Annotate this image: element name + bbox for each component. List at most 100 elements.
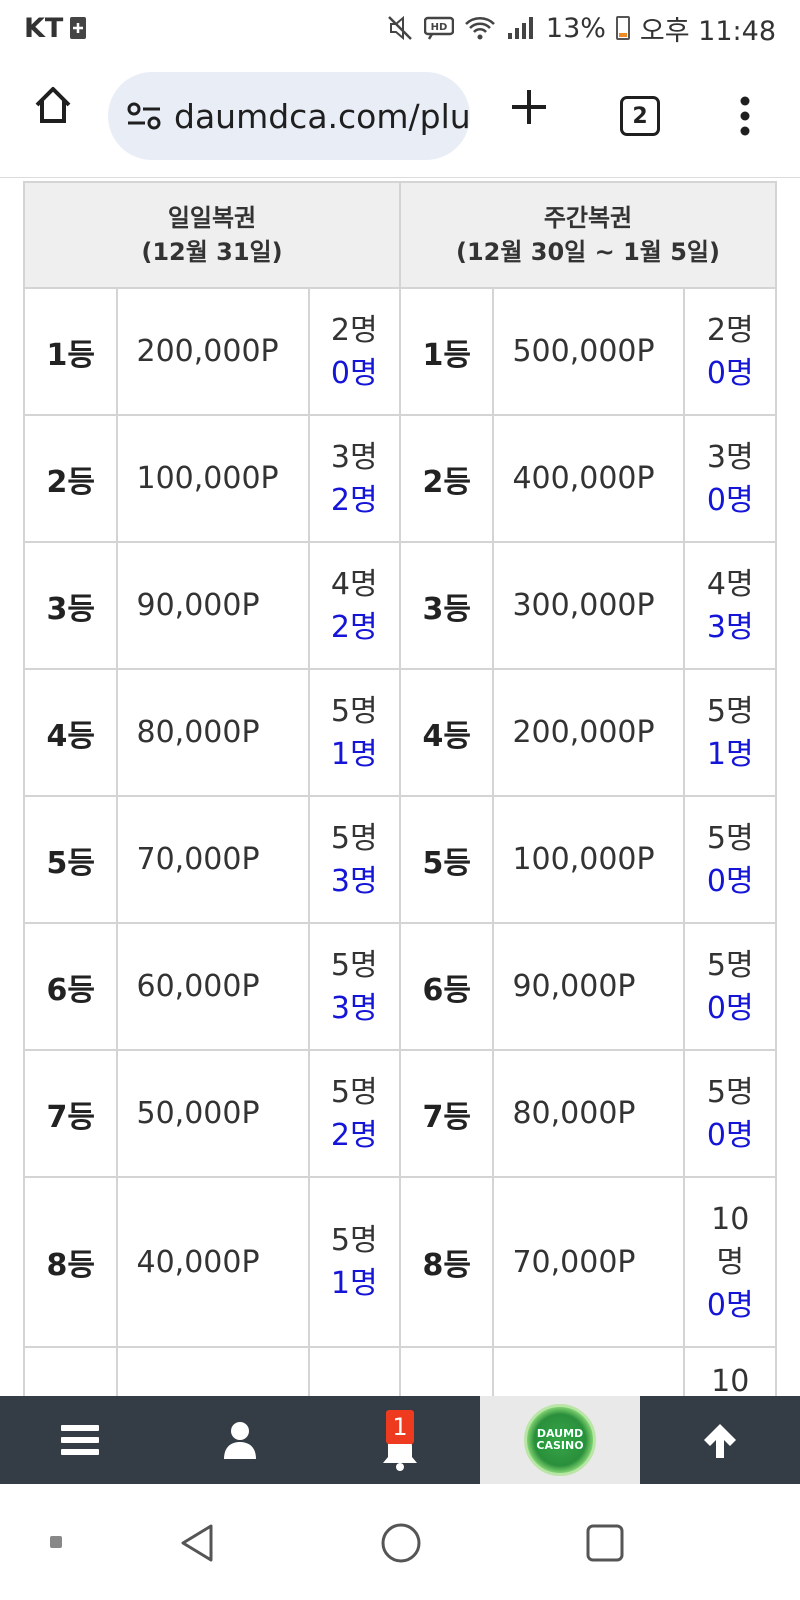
sim-icon <box>69 16 87 40</box>
menu-button[interactable] <box>0 1396 160 1484</box>
table-row: 2등 100,000P 3명 2명 2등 400,000P 3명 0명 <box>22 414 777 543</box>
battery-percent: 13% <box>545 12 606 44</box>
total-count: 5명 <box>330 693 378 729</box>
weekly-prize: 90,000P <box>492 922 686 1051</box>
notifications-button[interactable]: 1 <box>320 1396 480 1484</box>
table-row: 1등 200,000P 2명 0명 1등 500,000P 2명 0명 <box>22 287 777 416</box>
mute-icon <box>386 14 414 42</box>
daily-count: 5명 1명 <box>307 668 401 797</box>
square-dot-icon <box>48 1534 64 1550</box>
total-count: 4명 <box>330 566 378 602</box>
address-bar[interactable]: daumdca.com/plu <box>108 72 470 160</box>
won-count: 0명 <box>706 863 754 899</box>
recents-button[interactable] <box>582 1520 628 1566</box>
status-left: KT <box>24 13 87 44</box>
weekly-prize: 200,000P <box>492 668 686 797</box>
site-info-icon[interactable] <box>126 97 162 135</box>
hd-icon: HD <box>423 15 454 41</box>
back-icon <box>181 1524 213 1562</box>
total-count-b: 명 <box>716 1244 745 1280</box>
weekly-rank: 4등 <box>398 668 495 797</box>
daily-rank: 2등 <box>22 414 119 543</box>
home-button[interactable] <box>26 78 80 132</box>
bottom-nav: 1 DAUMD CASINO <box>0 1396 800 1484</box>
empty-cell <box>116 1346 310 1396</box>
won-count: 3명 <box>706 609 754 645</box>
table-row: 8등 40,000P 5명 1명 8등 70,000P 10 명 0명 <box>22 1176 777 1348</box>
daily-prize: 40,000P <box>116 1176 310 1348</box>
home-icon <box>35 87 71 123</box>
won-count: 0명 <box>706 482 754 518</box>
daily-count: 5명 2명 <box>307 1049 401 1178</box>
daily-count: 5명 1명 <box>307 1176 401 1348</box>
weekly-count: 5명 0명 <box>683 922 777 1051</box>
daily-prize: 70,000P <box>116 795 310 924</box>
total-count: 5명 <box>706 1074 754 1110</box>
weekly-rank: 3등 <box>398 541 495 670</box>
status-bar: KT HD 13% 오후 11:48 <box>0 0 800 56</box>
table-row: 6등 60,000P 5명 3명 6등 90,000P 5명 0명 <box>22 922 777 1051</box>
daily-count: 2명 0명 <box>307 287 401 416</box>
scroll-top-button[interactable] <box>640 1396 800 1484</box>
weekly-rank: 5등 <box>398 795 495 924</box>
weekly-count: 2명 0명 <box>683 287 777 416</box>
total-count: 5명 <box>330 820 378 856</box>
empty-cell <box>398 1346 495 1396</box>
daily-rank: 1등 <box>22 287 119 416</box>
won-count: 3명 <box>330 990 378 1026</box>
android-nav-bar <box>0 1484 800 1600</box>
more-options-button[interactable] <box>730 86 760 146</box>
weekly-count: 10 <box>683 1346 777 1396</box>
weekly-title: 주간복권 <box>543 204 633 232</box>
total-count: 5명 <box>330 1074 378 1110</box>
total-count: 2명 <box>330 312 378 348</box>
won-count: 0명 <box>706 1287 754 1323</box>
total-count: 5명 <box>706 820 754 856</box>
total-count: 5명 <box>330 947 378 983</box>
daily-prize: 50,000P <box>116 1049 310 1178</box>
weekly-rank: 6등 <box>398 922 495 1051</box>
weekly-count: 4명 3명 <box>683 541 777 670</box>
daily-rank: 8등 <box>22 1176 119 1348</box>
total-count: 5명 <box>706 947 754 983</box>
weekly-rank: 1등 <box>398 287 495 416</box>
new-tab-button[interactable] <box>504 82 554 132</box>
won-count: 2명 <box>330 1117 378 1153</box>
total-count: 4명 <box>706 566 754 602</box>
url-text[interactable]: daumdca.com/plu <box>174 97 470 136</box>
won-count: 3명 <box>330 863 378 899</box>
weekly-count: 10 명 0명 <box>683 1176 777 1348</box>
total-count: 5명 <box>706 693 754 729</box>
total-count: 3명 <box>330 439 378 475</box>
table-row-partial: 10 <box>22 1346 777 1396</box>
tabs-button[interactable]: 2 <box>620 96 660 136</box>
weekly-lottery-header: 주간복권 (12월 30일 ~ 1월 5일) <box>398 181 778 289</box>
daily-prize: 100,000P <box>116 414 310 543</box>
daily-rank: 3등 <box>22 541 119 670</box>
logo-text-bottom: CASINO <box>536 1439 584 1452</box>
home-nav-button[interactable] <box>378 1520 424 1566</box>
weekly-count: 3명 0명 <box>683 414 777 543</box>
daily-count: 5명 3명 <box>307 922 401 1051</box>
table-row: 5등 70,000P 5명 3명 5등 100,000P 5명 0명 <box>22 795 777 924</box>
back-button[interactable] <box>174 1520 220 1566</box>
daily-prize: 90,000P <box>116 541 310 670</box>
daily-prize: 60,000P <box>116 922 310 1051</box>
won-count: 0명 <box>706 355 754 391</box>
casino-logo-button[interactable]: DAUMD CASINO <box>480 1396 640 1484</box>
status-right: HD 13% 오후 11:48 <box>386 9 776 48</box>
total-count: 3명 <box>706 439 754 475</box>
daily-rank: 7등 <box>22 1049 119 1178</box>
weekly-rank: 2등 <box>398 414 495 543</box>
weekly-date: (12월 30일 ~ 1월 5일) <box>455 238 720 266</box>
daily-count: 4명 2명 <box>307 541 401 670</box>
page-content: 일일복권 (12월 31일) 주간복권 (12월 30일 ~ 1월 5일) 1등… <box>0 178 800 1396</box>
empty-cell <box>307 1346 401 1396</box>
table-row: 7등 50,000P 5명 2명 7등 80,000P 5명 0명 <box>22 1049 777 1178</box>
carrier-label: KT <box>24 12 64 44</box>
table-header-row: 일일복권 (12월 31일) 주간복권 (12월 30일 ~ 1월 5일) <box>23 181 778 289</box>
daily-count: 3명 2명 <box>307 414 401 543</box>
daily-count: 5명 3명 <box>307 795 401 924</box>
table-row: 3등 90,000P 4명 2명 3등 300,000P 4명 3명 <box>22 541 777 670</box>
profile-button[interactable] <box>160 1396 320 1484</box>
